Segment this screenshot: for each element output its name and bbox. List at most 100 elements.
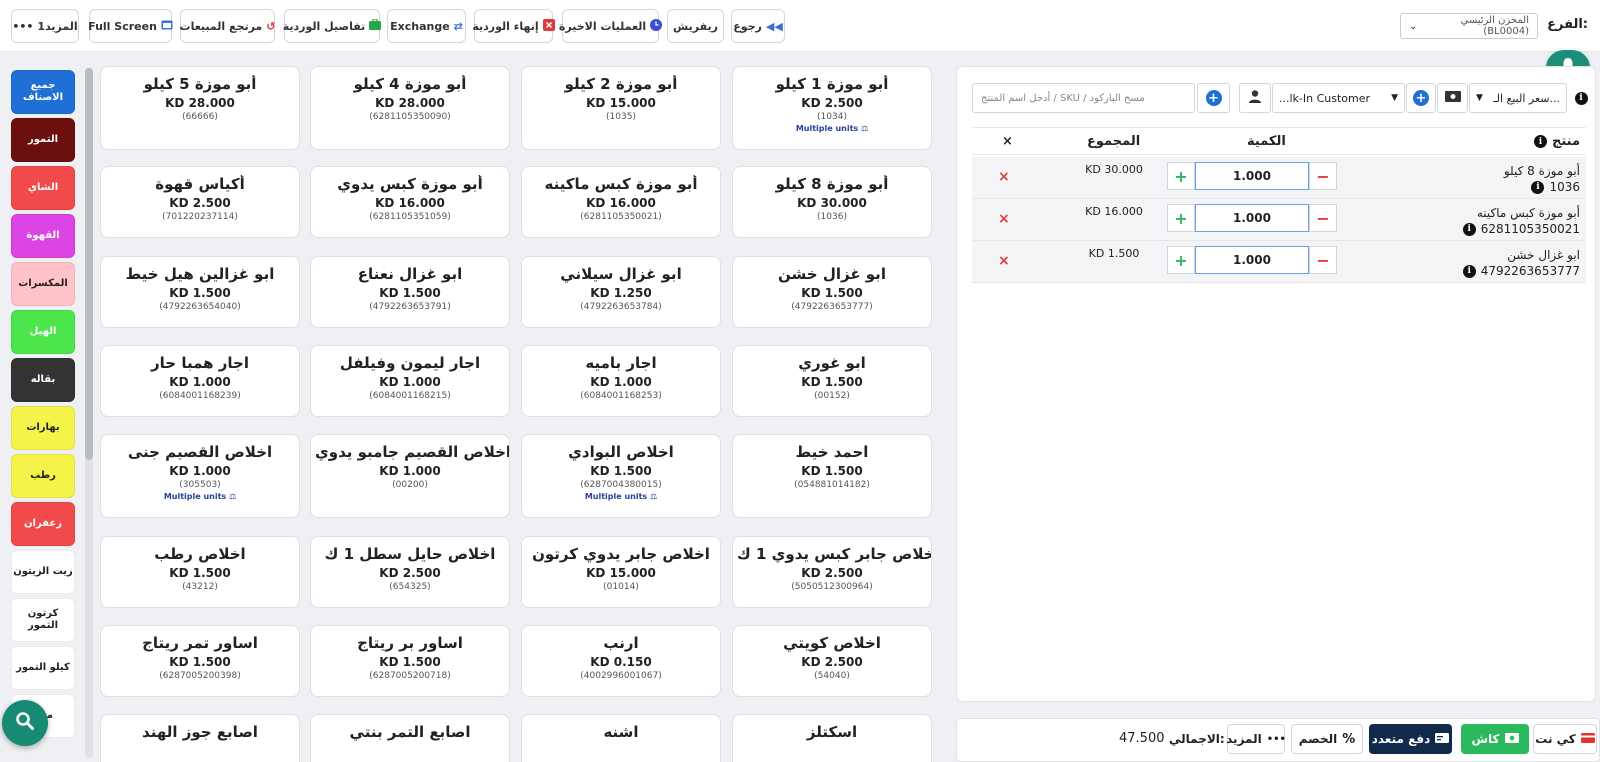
product-card[interactable]: ارنب KD 0.150 (4002996001067) xyxy=(521,625,721,697)
full-screen-button[interactable]: Full Screen xyxy=(88,9,173,43)
quantity-stepper: +1.000− xyxy=(1167,204,1337,232)
category-scrollbar-thumb[interactable] xyxy=(85,68,93,460)
remove-item-button[interactable]: × xyxy=(998,211,1010,227)
category-item[interactable]: التمور xyxy=(11,118,75,162)
discount-button[interactable]: الخصم % xyxy=(1291,724,1363,754)
sales-return-button[interactable]: مرتجع المبيعات ↺ xyxy=(180,9,275,43)
product-card[interactable]: أبو موزة كبس ماكينه KD 16.000 (62811053500… xyxy=(521,166,721,238)
price-group-select[interactable]: ▼ سعر البيع الـ... xyxy=(1469,83,1567,113)
knet-button[interactable]: كي نت xyxy=(1533,724,1597,754)
product-card[interactable]: اجار باميه KD 1.000 (6084001168253) xyxy=(521,345,721,417)
product-card[interactable]: اخلاص جابر يدوي كرتون KD 15.000 (01014) xyxy=(521,536,721,608)
product-card[interactable]: اخلاص جابر كبس يدوي 1 ك KD 2.500 (50505123… xyxy=(732,536,932,608)
product-card[interactable]: ابو غزال نعناع KD 1.500 (4792263653791) xyxy=(310,256,510,328)
product-card[interactable]: أكياس قهوة KD 2.500 (701220237114) xyxy=(100,166,300,238)
quantity-input[interactable]: 1.000 xyxy=(1195,204,1309,232)
recent-operations-button[interactable]: العمليات الاخيرة xyxy=(559,9,663,43)
header-product-label: منتج xyxy=(1551,134,1580,149)
product-card[interactable]: اخلاص كويتي KD 2.500 (54040) xyxy=(732,625,932,697)
product-card[interactable]: أبو موزة 2 كيلو KD 15.000 (1035) xyxy=(521,66,721,150)
info-icon[interactable]: i xyxy=(1531,180,1545,194)
category-item[interactable]: رطب xyxy=(11,454,75,498)
remove-item-button[interactable]: × xyxy=(998,253,1010,269)
customer-profile-button[interactable] xyxy=(1239,83,1271,113)
product-name: اجار همبا حار xyxy=(151,354,249,372)
product-price: KD 1.000 xyxy=(379,464,441,478)
product-sku: (4792263653784) xyxy=(580,302,662,312)
add-product-button[interactable]: + xyxy=(1197,83,1230,113)
more-button[interactable]: ••• المزيد1 xyxy=(11,9,79,43)
product-card[interactable]: أبو موزة 8 كيلو KD 30.000 (1036) xyxy=(732,166,932,238)
product-card[interactable]: اجار ليمون وفيلفل KD 1.000 (6084001168215) xyxy=(310,345,510,417)
product-card[interactable]: ابو غزال خشن KD 1.500 (4792263653777) xyxy=(732,256,932,328)
category-item[interactable]: الشاي xyxy=(11,166,75,210)
product-card[interactable]: ابو غوري KD 1.500 (00152) xyxy=(732,345,932,417)
refresh-label: ريفريش xyxy=(673,19,718,33)
product-card[interactable]: أبو موزة كبس يدوي KD 16.000 (6281105351059… xyxy=(310,166,510,238)
clock-icon xyxy=(650,18,663,34)
product-name: اصابع جوز الهند xyxy=(142,723,258,741)
remove-item-button[interactable]: × xyxy=(998,169,1010,185)
quantity-input[interactable]: 1.000 xyxy=(1195,246,1309,274)
multi-pay-button[interactable]: دفع متعدد xyxy=(1369,724,1452,754)
product-card[interactable]: ابو غزالين هيل خيط KD 1.500 (4792263654040… xyxy=(100,256,300,328)
product-card[interactable]: اخلاص القصيم جنى KD 1.000 (305503) Multiple… xyxy=(100,434,300,518)
product-card[interactable]: ابو غزال سيلاني KD 1.250 (4792263653784) xyxy=(521,256,721,328)
product-card[interactable]: اشنه xyxy=(521,714,721,762)
product-sku: (00152) xyxy=(814,391,850,401)
decrease-qty-button[interactable]: − xyxy=(1309,246,1337,274)
product-sku: (4792263654040) xyxy=(159,302,241,312)
category-item[interactable]: القهوة xyxy=(11,214,75,258)
floating-search-button[interactable] xyxy=(2,700,48,746)
price-group-info[interactable]: i xyxy=(1569,83,1593,113)
category-item[interactable]: زعفران xyxy=(11,502,75,546)
product-search-input[interactable]: مسح الباركود / SKU / أدخل اسم المنتج xyxy=(972,83,1195,113)
end-shift-button[interactable]: إنهاء الوردية xyxy=(472,9,555,43)
product-card[interactable]: أبو موزة 4 كيلو KD 28.000 (6281105350090) xyxy=(310,66,510,150)
product-card[interactable]: اجار همبا حار KD 1.000 (6084001168239) xyxy=(100,345,300,417)
product-card[interactable]: اخلاص حايل سطل 1 ك KD 2.500 (654325) xyxy=(310,536,510,608)
product-card[interactable]: أبو موزة 1 كيلو KD 2.500 (1034) Multiple un… xyxy=(732,66,932,150)
info-icon[interactable]: i xyxy=(1462,222,1476,236)
cart-row: أبو موزة كبس ماكينه i 6281105350021 +1.000−… xyxy=(972,199,1586,241)
category-item[interactable]: المكسرات xyxy=(11,262,75,306)
cash-button[interactable]: كاش xyxy=(1461,724,1529,754)
product-card[interactable]: احمد خيط KD 1.500 (054881014182) xyxy=(732,434,932,518)
product-name: ابو غزال نعناع xyxy=(357,265,463,283)
decrease-qty-button[interactable]: − xyxy=(1309,162,1337,190)
category-item[interactable]: بهارات xyxy=(11,406,75,450)
decrease-qty-button[interactable]: − xyxy=(1309,204,1337,232)
category-item[interactable]: زيت الزيتون xyxy=(11,550,75,594)
cash-label: كاش xyxy=(1471,732,1500,746)
category-item[interactable]: كرتون التمور xyxy=(11,598,75,642)
info-icon[interactable]: i xyxy=(1462,264,1476,278)
product-card[interactable]: اخلاص القصيم جامبو يدوي KD 1.000 (00200) xyxy=(310,434,510,518)
category-item[interactable]: الهيل xyxy=(11,310,75,354)
product-name: اشنه xyxy=(603,723,639,741)
category-item[interactable]: جميع الاصناف xyxy=(11,70,75,114)
branch-select[interactable]: المخزن الرئيسي (BL0004) ⌄ xyxy=(1400,13,1538,39)
category-item[interactable]: بقاله xyxy=(11,358,75,402)
shift-details-button[interactable]: تفاصيل الوردية xyxy=(283,9,382,43)
category-item[interactable]: كيلو التمور xyxy=(11,646,75,690)
increase-qty-button[interactable]: + xyxy=(1167,162,1195,190)
product-card[interactable]: اصابع جوز الهند xyxy=(100,714,300,762)
product-card[interactable]: اساور تمر ريتاج KD 1.500 (6287005200398) xyxy=(100,625,300,697)
product-card[interactable]: اخلاص رطب KD 1.500 (43212) xyxy=(100,536,300,608)
customer-select[interactable]: ...lk-In Customer ▼ xyxy=(1272,83,1405,113)
exchange-button[interactable]: Exchange ⇄ xyxy=(387,9,466,43)
increase-qty-button[interactable]: + xyxy=(1167,246,1195,274)
cash-customer-button[interactable] xyxy=(1437,83,1468,113)
product-card[interactable]: أبو موزة 5 كيلو KD 28.000 (66666) xyxy=(100,66,300,150)
cart-item-total: KD 16.000 xyxy=(1085,205,1143,218)
product-card[interactable]: اصابع التمر بنتي xyxy=(310,714,510,762)
increase-qty-button[interactable]: + xyxy=(1167,204,1195,232)
product-card[interactable]: اساور بر ريتاج KD 1.500 (6287005200718) xyxy=(310,625,510,697)
product-card[interactable]: اخلاص البوادي KD 1.500 (6287004380015) Mult… xyxy=(521,434,721,518)
product-card[interactable]: اسكتلز xyxy=(732,714,932,762)
quantity-input[interactable]: 1.000 xyxy=(1195,162,1309,190)
refresh-button[interactable]: ريفريش xyxy=(667,9,724,43)
more-options-button[interactable]: المزيد ••• xyxy=(1226,724,1286,754)
add-customer-button[interactable]: + xyxy=(1406,83,1436,113)
back-button[interactable]: رجوع ◀◀ xyxy=(731,9,785,43)
